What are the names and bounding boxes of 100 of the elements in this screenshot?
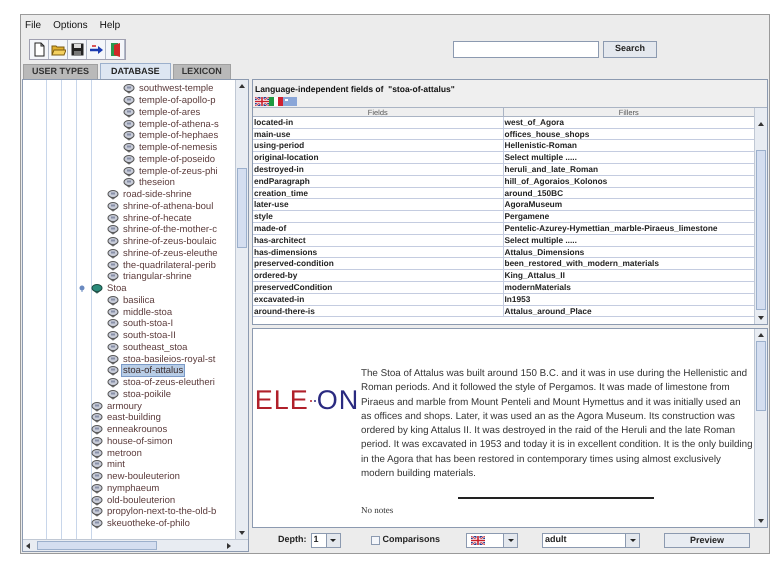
tree-item[interactable]: shrine-of-athena-boul (121, 200, 216, 212)
tree-item[interactable]: stoa-poikile (121, 388, 174, 400)
tree-item[interactable]: enneakrounos (105, 424, 170, 436)
tree-item[interactable]: shrine-of-zeus-boulaic (121, 236, 218, 248)
tree-item[interactable]: east-building (105, 412, 163, 424)
tree-item[interactable]: south-stoa-I (121, 318, 176, 330)
table-cell-text: In1953 (504, 294, 532, 304)
table-cell: using-period (253, 140, 504, 152)
node-icon (107, 318, 119, 330)
node-icon (123, 118, 135, 130)
table-cell-text: offices_house_shops (504, 128, 590, 140)
node-icon (91, 471, 103, 482)
tree-item[interactable]: nymphaeum (105, 482, 162, 494)
node-icon (107, 236, 119, 248)
node-icon (123, 166, 135, 177)
tree-item[interactable]: temple-of-zeus-phi (137, 166, 220, 177)
search-field[interactable] (453, 40, 599, 58)
tree-item[interactable]: south-stoa-II (121, 330, 178, 342)
scroll-thumb[interactable] (37, 541, 157, 550)
scroll-up-icon (758, 122, 764, 126)
document-icon (32, 42, 46, 56)
node-icon (123, 142, 135, 154)
dropdown[interactable]: adult (542, 532, 640, 548)
vertical-scrollbar[interactable] (754, 329, 767, 527)
tree-item[interactable]: shrine-of-zeus-eleuthe (121, 248, 220, 259)
node-icon (123, 83, 135, 94)
dropdown[interactable]: 1 (310, 532, 340, 548)
tree-item[interactable]: house-of-simon (105, 436, 174, 447)
search-button[interactable]: Search (603, 40, 657, 58)
horizontal-scrollbar[interactable] (23, 539, 248, 551)
node-icon (107, 248, 119, 259)
tree-item[interactable]: southeast_stoa (121, 342, 190, 353)
tree-item[interactable]: theseion (137, 177, 177, 188)
tree-item[interactable]: shrine-of-hecate (121, 212, 194, 224)
table-cell-text: Pergamene (504, 211, 550, 222)
preview-button[interactable]: Preview (664, 532, 750, 548)
tree-item[interactable]: basilica (121, 294, 157, 306)
tree-item[interactable]: temple-of-ares (137, 106, 202, 118)
menu-item[interactable]: Help (100, 18, 120, 32)
tab[interactable]: LEXICON (172, 64, 231, 79)
node-icon (107, 200, 119, 212)
tree-item[interactable]: temple-of-athena-s (137, 118, 221, 130)
table-cell-text: heruli_and_late_Roman (504, 164, 600, 175)
node-icon (91, 436, 103, 447)
folder-node-icon (91, 283, 103, 294)
table-cell-text: AgoraMuseum (504, 199, 564, 210)
node-icon (91, 400, 103, 412)
scroll-thumb[interactable] (237, 168, 247, 248)
table-cell-text: Select multiple ..... (504, 152, 578, 163)
tab[interactable]: USER TYPES (23, 64, 98, 79)
node-icon (107, 377, 119, 388)
table-cell-text: been_restored_with_modern_materials (504, 258, 660, 270)
node-icon (123, 106, 135, 118)
scroll-thumb[interactable] (756, 341, 766, 411)
toolbar-button[interactable] (87, 40, 106, 58)
tree-item[interactable]: road-side-shrine (121, 189, 194, 200)
table-cell: around-there-is (253, 306, 504, 316)
tree-item[interactable]: skeuotheke-of-philo (105, 518, 192, 530)
scroll-thumb[interactable] (756, 150, 766, 310)
tree-item[interactable]: southwest-temple (137, 83, 216, 94)
tree-item[interactable]: temple-of-nemesis (137, 142, 220, 154)
table-cell: located-in (253, 116, 504, 128)
tree-item[interactable]: middle-stoa (121, 306, 174, 318)
tree-item[interactable]: metroon (105, 448, 144, 459)
tree-item[interactable]: old-bouleuterion (105, 494, 178, 506)
tree-item[interactable]: triangular-shrine (121, 271, 194, 282)
table-cell: style (253, 211, 504, 222)
node-icon (107, 330, 119, 342)
tree-item[interactable]: Stoa (105, 283, 129, 294)
notes-text: No notes (361, 504, 394, 518)
tree-item[interactable]: armoury (105, 400, 144, 412)
tree-item[interactable]: stoa-of-attalus (121, 364, 186, 378)
menu-item[interactable]: File (25, 18, 42, 32)
uk-flag-icon (255, 96, 269, 106)
vertical-scrollbar[interactable] (235, 80, 248, 539)
tree-item[interactable]: stoa-basileios-royal-st (121, 354, 218, 365)
dropdown[interactable] (466, 532, 518, 548)
tree-item[interactable]: temple-of-poseido (137, 154, 218, 165)
menu-item[interactable]: Options (53, 18, 88, 32)
checkbox[interactable] (370, 536, 380, 544)
scroll-down-icon (239, 531, 245, 535)
tree-item[interactable]: mint (105, 459, 127, 470)
vertical-scrollbar[interactable] (754, 108, 767, 324)
table-cell-text: around_150BC (504, 188, 564, 198)
tree-item[interactable]: new-bouleuterion (105, 471, 182, 482)
tree-item[interactable]: the-quadrilateral-perib (121, 260, 218, 271)
tree-item[interactable]: propylon-next-to-the-old-b (105, 506, 218, 518)
tree-item[interactable]: temple-of-hephaes (137, 130, 220, 142)
table-cell-text: hill_of_Agoraios_Kolonos (504, 176, 608, 187)
tree-item[interactable]: stoa-of-zeus-eleutheri (121, 377, 217, 388)
node-icon (107, 294, 119, 306)
uk-flag-icon (471, 536, 486, 544)
node-icon (91, 448, 103, 459)
table-cell: destroyed-in (253, 164, 504, 175)
tree-item[interactable]: temple-of-apollo-p (137, 95, 218, 106)
tab[interactable]: DATABASE (100, 63, 171, 79)
expand-handle-icon[interactable] (79, 285, 85, 292)
tree-item[interactable]: shrine-of-the-mother-c (121, 224, 219, 236)
table-cell-text: Select multiple ..... (504, 234, 578, 246)
node-icon (91, 459, 103, 470)
